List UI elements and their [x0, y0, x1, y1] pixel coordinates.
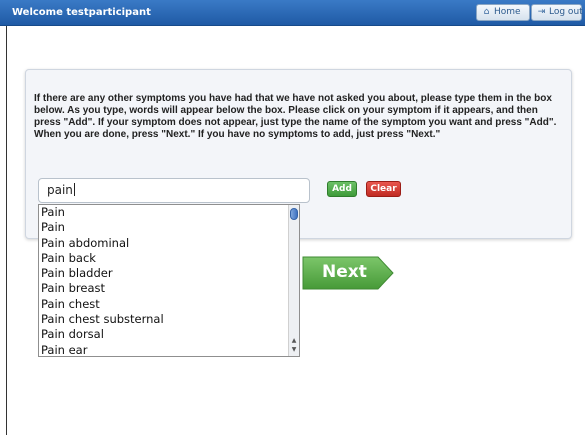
- symptom-input-value: pain: [47, 183, 73, 197]
- scroll-down-arrow-icon[interactable]: ▼: [290, 347, 298, 353]
- next-button[interactable]: Next: [302, 256, 394, 290]
- instructions-text: If there are any other symptoms you have…: [34, 93, 557, 140]
- home-button[interactable]: ⌂ Home: [476, 4, 530, 21]
- suggestion-item[interactable]: Pain dorsal: [39, 327, 288, 342]
- suggestion-list: Pain Pain Pain abdominal Pain back Pain …: [39, 205, 288, 356]
- symptom-search-input[interactable]: pain: [38, 178, 310, 203]
- next-label: Next: [322, 262, 367, 282]
- suggestion-item[interactable]: Pain: [39, 205, 288, 220]
- suggestion-item[interactable]: Pain bladder: [39, 266, 288, 281]
- dropdown-scrollbar[interactable]: ▲ ▼: [288, 205, 299, 356]
- suggestion-item[interactable]: Pain abdominal: [39, 236, 288, 251]
- suggestion-item[interactable]: Pain ear: [39, 343, 288, 356]
- suggestion-item[interactable]: Pain chest: [39, 297, 288, 312]
- welcome-text: Welcome testparticipant: [12, 7, 151, 18]
- suggestion-item[interactable]: Pain back: [39, 251, 288, 266]
- logout-button[interactable]: ⇥ Log out: [531, 4, 583, 21]
- scrollbar-thumb[interactable]: [290, 208, 298, 220]
- home-label: Home: [494, 7, 521, 17]
- top-header-bar: Welcome testparticipant ⌂ Home ⇥ Log out: [0, 0, 585, 26]
- suggestion-item[interactable]: Pain breast: [39, 281, 288, 296]
- add-button[interactable]: Add: [327, 181, 357, 197]
- suggestion-dropdown[interactable]: Pain Pain Pain abdominal Pain back Pain …: [38, 204, 300, 357]
- logout-icon: ⇥: [537, 7, 546, 17]
- left-frame-border: [6, 26, 7, 435]
- clear-button[interactable]: Clear: [366, 181, 401, 197]
- scroll-up-arrow-icon[interactable]: ▲: [290, 338, 298, 344]
- suggestion-item[interactable]: Pain chest substernal: [39, 312, 288, 327]
- suggestion-item[interactable]: Pain: [39, 220, 288, 235]
- text-cursor: [73, 183, 75, 196]
- logout-label: Log out: [549, 7, 583, 17]
- home-icon: ⌂: [483, 7, 490, 17]
